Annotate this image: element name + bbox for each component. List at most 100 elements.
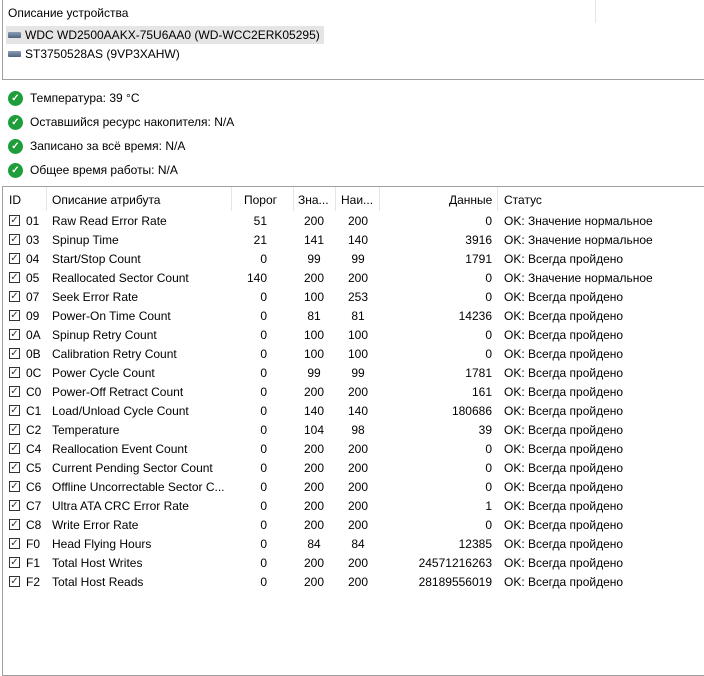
cell-worst: 200 [347,556,369,570]
checkbox[interactable]: ✓ [9,519,20,530]
cell-status: OK: Всегда пройдено [504,385,624,399]
checkbox[interactable]: ✓ [9,443,20,454]
cell-value: 200 [303,556,325,570]
cell-data: 0 [485,328,492,342]
checkbox[interactable]: ✓ [9,310,20,321]
cell-worst: 253 [347,290,369,304]
cell-description: Power Cycle Count [52,366,155,380]
cell-threshold: 0 [260,309,267,323]
table-row[interactable]: ✓ 09 Power-On Time Count 0 81 81 14236 OK: Всег… [3,307,704,326]
table-row[interactable]: ✓ 0B Calibration Retry Count 0 100 100 0 OK: Вс… [3,345,704,364]
device-item[interactable]: ST3750528AS (9VP3XAHW) [6,45,184,63]
col-divider [231,187,232,211]
cell-status: OK: Всегда пройдено [504,290,624,304]
cell-id: 0B [26,347,41,361]
cell-description: Reallocation Event Count [52,442,188,456]
checkbox[interactable]: ✓ [9,329,20,340]
cell-id: C7 [26,499,42,513]
table-row[interactable]: ✓ 01 Raw Read Error Rate 51 200 200 0 OK: Значе… [3,212,704,231]
table-row[interactable]: ✓ C6 Offline Uncorrectable Sector C... 0 200… [3,478,704,497]
cell-id: C2 [26,423,42,437]
col-data[interactable]: Данные [449,193,492,207]
col-threshold[interactable]: Порог [244,193,277,207]
checkbox[interactable]: ✓ [9,272,20,283]
table-row[interactable]: ✓ 0A Spinup Retry Count 0 100 100 0 OK: Всегда … [3,326,704,345]
cell-data: 180686 [451,404,492,418]
col-status[interactable]: Статус [504,193,542,207]
checkbox[interactable]: ✓ [9,405,20,416]
col-id[interactable]: ID [9,193,21,207]
cell-id: 07 [26,290,40,304]
cell-threshold: 0 [260,537,267,551]
cell-threshold: 0 [260,499,267,513]
table-row[interactable]: ✓ 04 Start/Stop Count 0 99 99 1791 OK: Всегда п… [3,250,704,269]
table-row[interactable]: ✓ C0 Power-Off Retract Count 0 200 200 161 OK: … [3,383,704,402]
table-row[interactable]: ✓ C8 Write Error Rate 0 200 200 0 OK: Всегда пр… [3,516,704,535]
checkbox[interactable]: ✓ [9,557,20,568]
cell-data: 0 [485,518,492,532]
col-description[interactable]: Описание атрибута [52,193,160,207]
cell-data: 3916 [465,233,492,247]
checkbox[interactable]: ✓ [9,481,20,492]
table-row[interactable]: ✓ 03 Spinup Time 21 141 140 3916 OK: Значение н… [3,231,704,250]
checkbox[interactable]: ✓ [9,234,20,245]
cell-worst: 200 [347,385,369,399]
table-row[interactable]: ✓ C2 Temperature 0 104 98 39 OK: Всегда пройден… [3,421,704,440]
cell-worst: 200 [347,499,369,513]
checkbox[interactable]: ✓ [9,215,20,226]
table-row[interactable]: ✓ 0C Power Cycle Count 0 99 99 1781 OK: Всегда … [3,364,704,383]
device-item[interactable]: WDC WD2500AAKX-75U6AA0 (WD-WCC2ERK05295) [6,26,324,44]
table-row[interactable]: ✓ F2 Total Host Reads 0 200 200 28189556019 OK:… [3,573,704,592]
cell-id: F0 [26,537,41,551]
checkbox[interactable]: ✓ [9,576,20,587]
cell-id: C4 [26,442,42,456]
device-label: ST3750528AS (9VP3XAHW) [25,47,180,61]
checkbox[interactable]: ✓ [9,500,20,511]
cell-id: C5 [26,461,42,475]
table-row[interactable]: ✓ C1 Load/Unload Cycle Count 0 140 140 180686 O… [3,402,704,421]
cell-data: 1 [485,499,492,513]
col-worst[interactable]: Наи... [341,193,373,207]
table-row[interactable]: ✓ C4 Reallocation Event Count 0 200 200 0 OK: В… [3,440,704,459]
status-item: ✓ Оставшийся ресурс накопителя: N/A [8,113,234,131]
cell-id: 04 [26,252,40,266]
table-row[interactable]: ✓ 05 Reallocated Sector Count 140 200 200 0 OK:… [3,269,704,288]
cell-threshold: 0 [260,328,267,342]
checkbox[interactable]: ✓ [9,462,20,473]
table-row[interactable]: ✓ 07 Seek Error Rate 0 100 253 0 OK: Всегда про… [3,288,704,307]
cell-worst: 99 [351,252,365,266]
table-row[interactable]: ✓ C5 Current Pending Sector Count 0 200 200 0 O… [3,459,704,478]
cell-value: 200 [303,575,325,589]
cell-status: OK: Всегда пройдено [504,518,624,532]
checkbox[interactable]: ✓ [9,253,20,264]
table-row[interactable]: ✓ F1 Total Host Writes 0 200 200 24571216263 OK… [3,554,704,573]
col-divider [379,187,380,211]
cell-status: OK: Всегда пройдено [504,480,624,494]
cell-threshold: 0 [260,575,267,589]
checkbox[interactable]: ✓ [9,386,20,397]
cell-value: 99 [307,252,321,266]
cell-value: 200 [303,442,325,456]
checkbox[interactable]: ✓ [9,367,20,378]
checkbox[interactable]: ✓ [9,424,20,435]
cell-worst: 200 [347,442,369,456]
checkbox[interactable]: ✓ [9,291,20,302]
checkbox[interactable]: ✓ [9,538,20,549]
table-row[interactable]: ✓ F0 Head Flying Hours 0 84 84 12385 OK: Всегда… [3,535,704,554]
hard-drive-icon [8,32,21,38]
checkbox[interactable]: ✓ [9,348,20,359]
cell-threshold: 21 [253,233,267,247]
cell-value: 100 [303,290,325,304]
cell-threshold: 0 [260,366,267,380]
cell-threshold: 0 [260,423,267,437]
cell-id: C1 [26,404,42,418]
table-row[interactable]: ✓ C7 Ultra ATA CRC Error Rate 0 200 200 1 OK: В… [3,497,704,516]
cell-status: OK: Всегда пройдено [504,309,624,323]
col-value[interactable]: Зна... [298,193,329,207]
cell-description: Write Error Rate [52,518,139,532]
cell-status: OK: Всегда пройдено [504,575,624,589]
cell-description: Spinup Time [52,233,119,247]
cell-status: OK: Всегда пройдено [504,328,624,342]
cell-description: Temperature [52,423,120,437]
cell-value: 200 [303,271,325,285]
